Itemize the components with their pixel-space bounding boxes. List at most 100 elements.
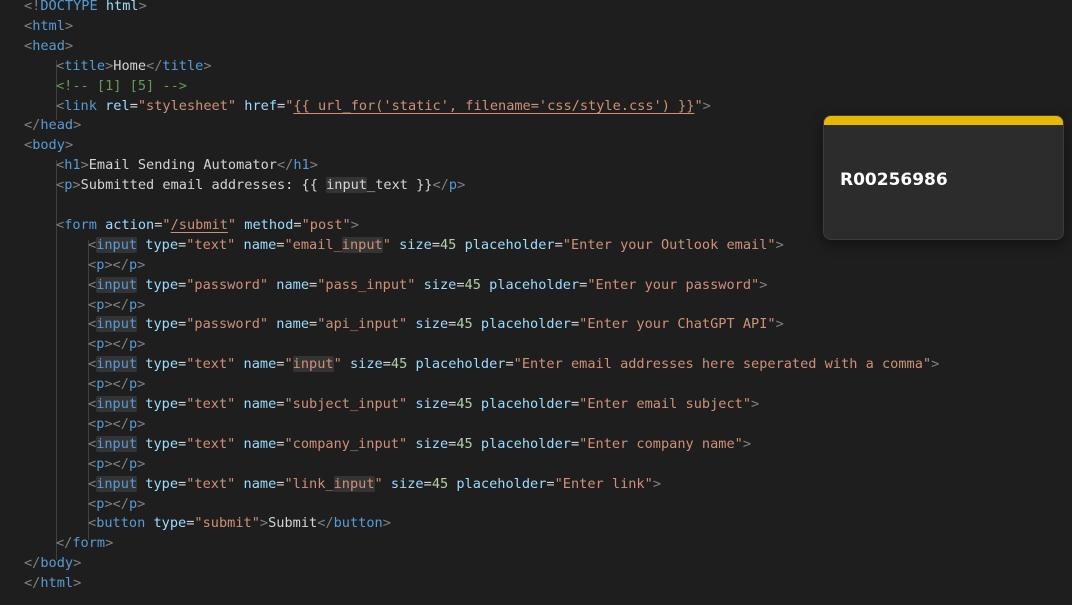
code-line[interactable]: <input type="text" name="email_input" si… xyxy=(88,235,784,255)
code-token: size xyxy=(390,475,424,492)
code-token: </ xyxy=(24,575,41,592)
code-token: html xyxy=(40,575,74,592)
code-line[interactable]: <p></p> xyxy=(88,374,145,394)
code-token: "text" xyxy=(186,475,236,492)
code-token: 45 xyxy=(456,316,473,333)
code-line[interactable]: <h1>Email Sending Automator</h1> xyxy=(56,155,318,175)
code-token: > xyxy=(137,376,146,393)
code-line[interactable]: <input type="text" name="input" size=45 … xyxy=(88,354,939,374)
code-token: h1 xyxy=(293,157,310,174)
code-token: 45 xyxy=(440,236,457,253)
code-line[interactable]: <!DOCTYPE html> xyxy=(24,0,147,16)
code-editor[interactable]: <!DOCTYPE html> <html> <head> <title>Home</… xyxy=(0,0,1072,605)
code-token: input xyxy=(333,475,375,492)
code-line[interactable]: <p></p> xyxy=(88,494,145,514)
code-line[interactable]: <!-- [1] [5] --> xyxy=(56,76,187,96)
code-token: input xyxy=(96,276,138,293)
code-token: = xyxy=(178,396,187,412)
code-token: "Enter link" xyxy=(554,475,653,492)
code-line[interactable]: </html> xyxy=(24,573,81,593)
code-line[interactable]: <html> xyxy=(24,16,73,36)
code-token: size xyxy=(349,356,383,373)
code-token: > xyxy=(64,17,74,34)
code-token: < xyxy=(88,256,97,273)
code-token: placeholder xyxy=(480,396,571,412)
code-line[interactable]: <button type="submit">Submit</button> xyxy=(88,513,391,533)
code-token: input xyxy=(96,396,138,412)
code-token: Submitted email addresses: {{ xyxy=(80,177,327,194)
code-token: > xyxy=(80,157,89,174)
code-token: "password" xyxy=(186,316,269,333)
code-token: ></ xyxy=(104,296,129,313)
code-token: html xyxy=(105,0,139,14)
code-token: size xyxy=(423,276,457,293)
code-token: type xyxy=(145,435,179,452)
code-token: > xyxy=(137,415,146,432)
code-line[interactable]: </head> xyxy=(24,115,81,135)
notification-toast[interactable]: R00256986 xyxy=(823,115,1064,240)
code-token: > xyxy=(759,276,768,293)
code-token: = xyxy=(129,97,138,114)
code-token: > xyxy=(259,515,269,532)
code-token: p xyxy=(128,455,138,472)
code-token: < xyxy=(88,376,97,393)
code-token: /submit xyxy=(170,216,228,233)
code-token: p xyxy=(128,495,138,512)
code-token: = xyxy=(382,356,391,373)
code-line[interactable]: <input type="password" name="pass_input"… xyxy=(88,275,767,295)
code-line[interactable]: <input type="password" name="api_input" … xyxy=(88,314,784,334)
code-line[interactable]: <p></p> xyxy=(88,334,145,354)
code-line[interactable]: <p></p> xyxy=(88,454,145,474)
code-line[interactable]: <form action="/submit" method="post"> xyxy=(56,215,359,235)
code-token: "Enter email addresses here seperated wi… xyxy=(513,356,932,373)
code-token: </ xyxy=(146,57,163,74)
code-token: ></ xyxy=(104,415,129,432)
code-token: rel xyxy=(105,97,130,114)
code-line[interactable]: <head> xyxy=(24,36,73,56)
code-line[interactable]: <input type="text" name="subject_input" … xyxy=(88,394,759,414)
code-line[interactable]: <p></p> xyxy=(88,255,145,275)
code-token: = xyxy=(309,276,318,293)
code-token: < xyxy=(88,515,97,532)
code-token: type xyxy=(145,276,179,293)
code-token: type xyxy=(145,475,179,492)
code-line[interactable]: </form> xyxy=(56,533,113,553)
code-token: < xyxy=(88,316,97,333)
code-token: "subject_input" xyxy=(284,396,408,412)
code-line[interactable]: <p>Submitted email addresses: {{ input_t… xyxy=(56,175,465,195)
code-token: "submit" xyxy=(194,515,260,532)
code-line[interactable]: <input type="text" name="link_input" siz… xyxy=(88,474,661,494)
code-line[interactable]: <title>Home</title> xyxy=(56,56,212,76)
code-token: > xyxy=(137,455,146,472)
toast-accent-bar xyxy=(824,116,1063,125)
code-line[interactable]: <body> xyxy=(24,135,73,155)
code-token: "pass_input" xyxy=(317,276,416,293)
code-token: > xyxy=(72,177,81,194)
code-line[interactable]: </body> xyxy=(24,553,81,573)
code-line[interactable]: <p></p> xyxy=(88,295,145,315)
code-token: = xyxy=(570,316,580,333)
code-token: ></ xyxy=(104,336,129,353)
code-line[interactable]: <link rel="stylesheet" href="{{ url_for(… xyxy=(56,96,711,116)
code-token: = xyxy=(178,316,187,333)
code-token: ></ xyxy=(104,256,129,273)
code-token: input xyxy=(96,236,138,253)
code-token: head xyxy=(40,117,74,134)
code-token: "api_input" xyxy=(317,316,408,333)
code-line[interactable]: <p></p> xyxy=(88,414,145,434)
code-line[interactable]: <input type="text" name="company_input" … xyxy=(88,434,751,454)
code-token: name xyxy=(243,435,277,452)
code-token: type xyxy=(145,356,179,373)
code-token: > xyxy=(138,0,147,14)
code-token: input xyxy=(96,316,138,333)
code-token: size xyxy=(415,316,449,333)
code-token: Email Sending Automator xyxy=(88,157,277,174)
code-token: _text }} xyxy=(367,177,433,194)
